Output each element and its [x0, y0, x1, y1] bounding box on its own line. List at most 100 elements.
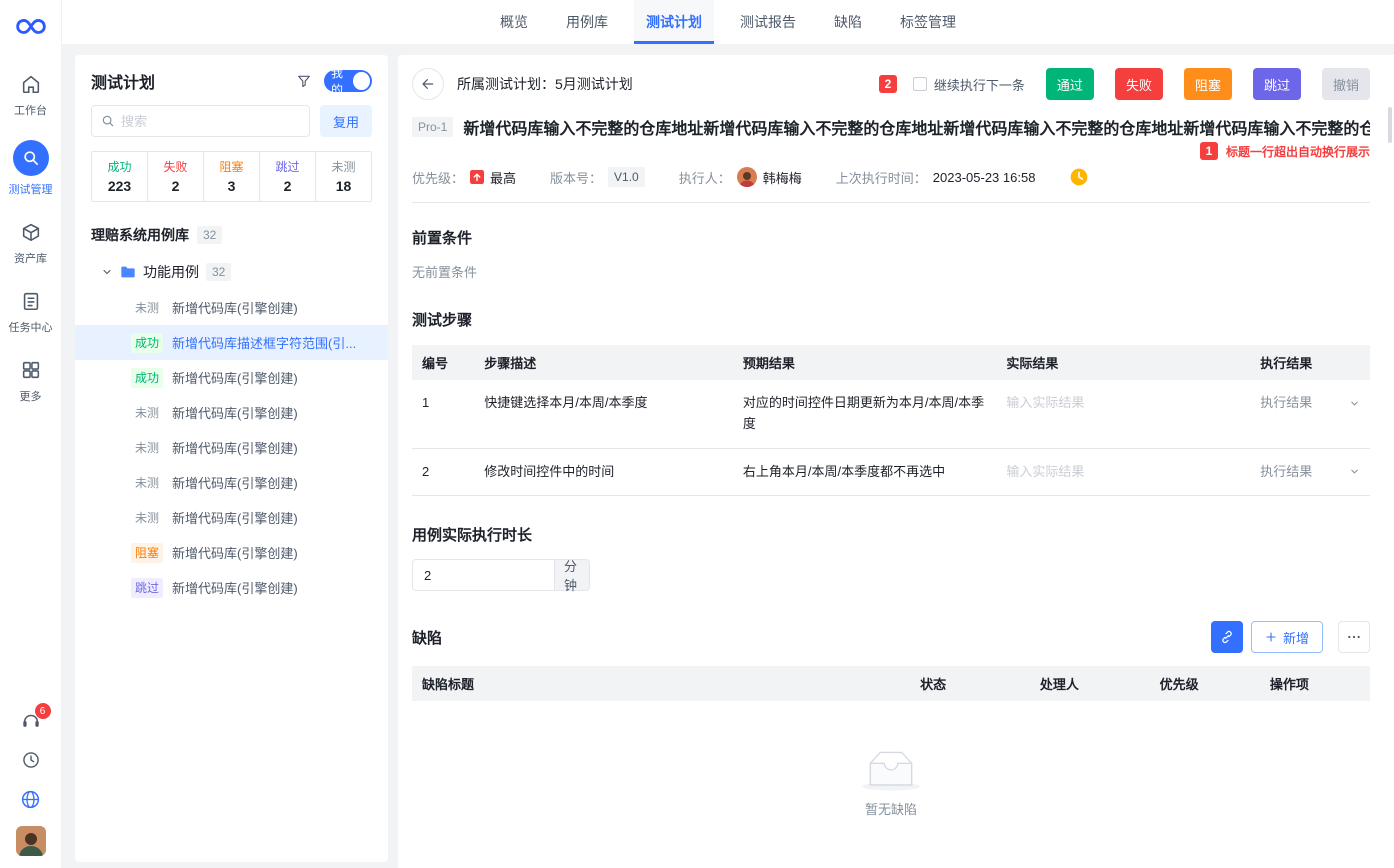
- app-logo-icon: [15, 12, 47, 38]
- case-title: 新增代码库输入不完整的仓库地址新增代码库输入不完整的仓库地址新增代码库输入不完整…: [463, 115, 1370, 139]
- case-item-selected[interactable]: 成功 新增代码库描述框字符范围(引...: [75, 325, 388, 360]
- user-avatar[interactable]: [16, 826, 46, 856]
- history-clock-button[interactable]: [19, 748, 43, 772]
- sidebar-item-label: 资产库: [14, 250, 47, 266]
- sidebar-item-label: 更多: [20, 388, 42, 404]
- sidebar-item-more[interactable]: 更多: [0, 346, 61, 415]
- fail-button[interactable]: 失败: [1115, 68, 1163, 100]
- search-box: [91, 105, 310, 137]
- case-item[interactable]: 未测 新增代码库(引擎创建): [75, 465, 388, 500]
- status-stats-bar: 成功 223 失败 2 阻塞 3 跳过 2: [91, 151, 372, 202]
- case-status-tag: 成功: [131, 368, 163, 388]
- tab-defects[interactable]: 缺陷: [822, 0, 874, 44]
- case-tree: 理赔系统用例库 32 功能用例 32 未测: [75, 214, 388, 862]
- tab-tag-management[interactable]: 标签管理: [888, 0, 968, 44]
- duration-unit: 分钟: [554, 559, 590, 591]
- duration-input[interactable]: [412, 559, 554, 591]
- mine-toggle[interactable]: 我的: [324, 70, 372, 92]
- actual-result-input[interactable]: 输入实际结果: [996, 380, 1250, 448]
- parent-plan-label: 所属测试计划：5月测试计划: [457, 74, 633, 94]
- case-id-tag: Pro-1: [412, 117, 453, 137]
- case-meta-row: 优先级： 最高 版本号： V1.0 执行人：: [412, 167, 1370, 203]
- clipboard-icon: [18, 288, 44, 314]
- toggle-knob: [353, 72, 370, 90]
- reuse-button[interactable]: 复用: [320, 105, 372, 137]
- add-defect-button[interactable]: 新增: [1251, 621, 1323, 653]
- tree-folder-functional[interactable]: 功能用例 32: [75, 254, 388, 290]
- defects-header-row: 缺陷标题 状态 处理人 优先级 操作项: [412, 666, 1370, 701]
- search-input[interactable]: [121, 114, 300, 129]
- grid-icon: [18, 357, 44, 383]
- archive-box-icon: [18, 219, 44, 245]
- steps-table: 编号 步骤描述 预期结果 实际结果 执行结果 1 快捷键选择本月/本周/本季度 …: [412, 345, 1370, 496]
- sidebar-item-label: 测试管理: [9, 181, 53, 197]
- sidebar-item-workbench[interactable]: 工作台: [0, 60, 61, 129]
- more-actions-button[interactable]: [1338, 621, 1370, 653]
- case-item[interactable]: 跳过 新增代码库(引擎创建): [75, 570, 388, 605]
- sidebar-item-test-management[interactable]: 测试管理: [0, 129, 61, 208]
- tab-overview[interactable]: 概览: [488, 0, 540, 44]
- step-expected: 对应的时间控件日期更新为本月/本周/本季度: [733, 380, 996, 448]
- case-status-tag: 未测: [131, 298, 163, 318]
- associate-defect-button[interactable]: [1211, 621, 1243, 653]
- count-badge: 32: [197, 226, 222, 244]
- exec-result-select[interactable]: 执行结果: [1260, 393, 1360, 414]
- defect-section-header: 缺陷 新增: [412, 621, 1370, 653]
- case-status-tag: 未测: [131, 473, 163, 493]
- precondition-heading: 前置条件: [412, 227, 1370, 248]
- case-item[interactable]: 未测 新增代码库(引擎创建): [75, 290, 388, 325]
- duration-heading: 用例实际执行时长: [412, 524, 1370, 545]
- support-headset-button[interactable]: 6: [19, 709, 43, 733]
- skip-button[interactable]: 跳过: [1253, 68, 1301, 100]
- case-status-tag: 未测: [131, 438, 163, 458]
- stat-skip[interactable]: 跳过 2: [259, 152, 315, 201]
- sidebar-item-asset-library[interactable]: 资产库: [0, 208, 61, 277]
- case-detail-panel: 所属测试计划：5月测试计划 2 继续执行下一条 通过 失败 阻塞 跳过 撤销 P…: [398, 55, 1394, 868]
- plus-icon: [1265, 631, 1277, 643]
- pass-button[interactable]: 通过: [1046, 68, 1094, 100]
- last-exec-group: 上次执行时间： 2023-05-23 16:58: [836, 168, 1036, 187]
- chevron-down-icon: [101, 266, 113, 278]
- step-row: 1 快捷键选择本月/本周/本季度 对应的时间控件日期更新为本月/本周/本季度 输…: [412, 380, 1370, 448]
- case-item[interactable]: 未测 新增代码库(引擎创建): [75, 395, 388, 430]
- case-status-tag: 未测: [131, 508, 163, 528]
- app-rail: 工作台 测试管理 资产库 任务中心: [0, 0, 62, 868]
- folder-icon: [120, 265, 136, 279]
- globe-button[interactable]: [19, 787, 43, 811]
- test-management-icon: [13, 140, 49, 176]
- tab-test-report[interactable]: 测试报告: [728, 0, 808, 44]
- sidebar-item-task-center[interactable]: 任务中心: [0, 277, 61, 346]
- revoke-button[interactable]: 撤销: [1322, 68, 1370, 100]
- stat-untested[interactable]: 未测 18: [315, 152, 371, 201]
- scrollbar-thumb[interactable]: [1388, 107, 1392, 143]
- content-area: 测试计划 我的 复用: [62, 44, 1394, 868]
- case-item[interactable]: 未测 新增代码库(引擎创建): [75, 430, 388, 465]
- stat-fail[interactable]: 失败 2: [147, 152, 203, 201]
- steps-header-row: 编号 步骤描述 预期结果 实际结果 执行结果: [412, 345, 1370, 380]
- duration-input-group: 分钟: [412, 559, 590, 591]
- case-item[interactable]: 阻塞 新增代码库(引擎创建): [75, 535, 388, 570]
- filter-icon[interactable]: [296, 73, 312, 89]
- rail-bottom: 6: [16, 709, 46, 856]
- tab-test-plan[interactable]: 测试计划: [634, 0, 714, 44]
- exec-result-select[interactable]: 执行结果: [1260, 462, 1360, 483]
- stat-block[interactable]: 阻塞 3: [203, 152, 259, 201]
- back-button[interactable]: [412, 68, 444, 100]
- continue-next-label: 继续执行下一条: [934, 75, 1025, 94]
- stat-success[interactable]: 成功 223: [92, 152, 147, 201]
- exec-history-clock-icon[interactable]: [1069, 167, 1089, 187]
- panel-title: 测试计划: [91, 69, 284, 93]
- home-icon: [18, 71, 44, 97]
- priority-group: 优先级： 最高: [412, 168, 516, 187]
- actual-result-input[interactable]: 输入实际结果: [996, 448, 1250, 496]
- continue-next-checkbox[interactable]: [913, 77, 927, 91]
- case-item[interactable]: 未测 新增代码库(引擎创建): [75, 500, 388, 535]
- tree-root-library[interactable]: 理赔系统用例库 32: [75, 216, 388, 254]
- case-item[interactable]: 成功 新增代码库(引擎创建): [75, 360, 388, 395]
- executor-avatar: [737, 167, 757, 187]
- block-button[interactable]: 阻塞: [1184, 68, 1232, 100]
- sidebar-item-label: 任务中心: [9, 319, 53, 335]
- test-plan-panel: 测试计划 我的 复用: [75, 55, 388, 862]
- notification-badge: 6: [35, 703, 51, 719]
- tab-case-library[interactable]: 用例库: [554, 0, 620, 44]
